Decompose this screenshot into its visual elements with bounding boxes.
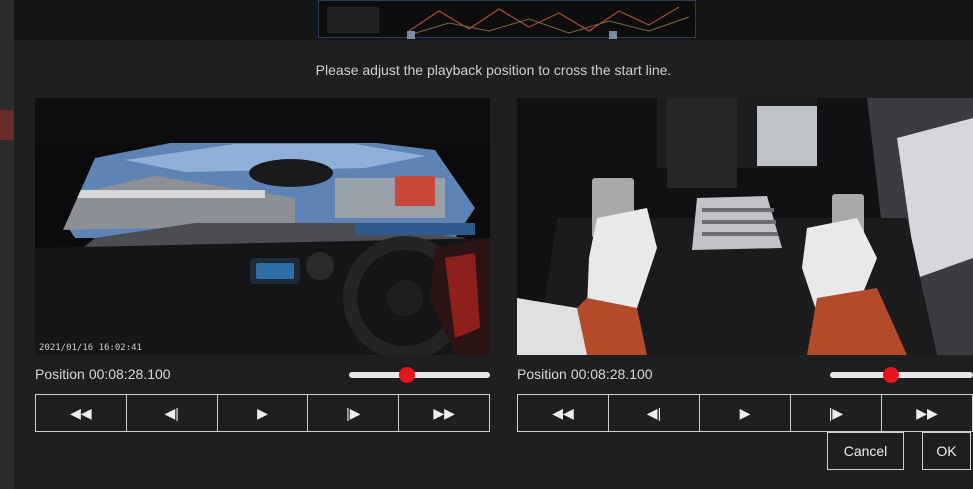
right-step-forward-button[interactable]: |▶ — [791, 395, 882, 431]
left-rewind-button[interactable]: ◀◀ — [36, 395, 127, 431]
right-step-back-button[interactable]: ◀| — [609, 395, 700, 431]
step-back-icon: ◀| — [646, 404, 662, 421]
right-position-slider[interactable] — [830, 367, 973, 383]
ok-button[interactable]: OK — [922, 432, 971, 470]
left-playback-controls: ◀◀ ◀| ▶ |▶ ▶▶ — [35, 394, 490, 432]
right-fast-forward-button[interactable]: ▶▶ — [882, 395, 972, 431]
right-rewind-button[interactable]: ◀◀ — [518, 395, 609, 431]
play-icon: ▶ — [739, 404, 751, 421]
left-position-value: 00:08:28.100 — [88, 366, 171, 382]
step-forward-icon: |▶ — [346, 404, 361, 421]
left-slider-knob[interactable] — [399, 367, 415, 383]
left-fast-forward-button[interactable]: ▶▶ — [399, 395, 489, 431]
cockpit-video-image — [35, 98, 490, 355]
left-video-frame[interactable]: 2021/01/16 16:02:41 — [35, 98, 490, 355]
cancel-button[interactable]: Cancel — [827, 432, 904, 470]
left-position-label: Position — [35, 366, 85, 382]
right-position-label: Position — [517, 366, 567, 382]
left-step-forward-button[interactable]: |▶ — [308, 395, 400, 431]
background-left-marker — [0, 110, 14, 140]
left-position-slider[interactable] — [349, 367, 490, 383]
background-handle — [407, 31, 415, 39]
rewind-icon: ◀◀ — [70, 404, 92, 421]
video-timestamp-overlay: 2021/01/16 16:02:41 — [39, 343, 142, 353]
background-left-edge — [0, 0, 14, 489]
right-slider-knob[interactable] — [883, 367, 899, 383]
right-playback-controls: ◀◀ ◀| ▶ |▶ ▶▶ — [517, 394, 973, 432]
background-graph-thumbnail — [318, 0, 696, 39]
right-video-frame[interactable] — [517, 98, 973, 355]
play-icon: ▶ — [257, 404, 268, 421]
left-play-button[interactable]: ▶ — [217, 395, 309, 431]
right-position-value: 00:08:28.100 — [570, 366, 653, 382]
background-graph-lines — [408, 6, 690, 36]
right-position-readout: Position 00:08:28.100 — [517, 366, 653, 382]
step-forward-icon: |▶ — [828, 404, 844, 421]
dialog-message: Please adjust the playback position to c… — [315, 62, 672, 78]
left-step-back-button[interactable]: ◀| — [126, 395, 218, 431]
fast-forward-icon: ▶▶ — [916, 404, 938, 421]
fast-forward-icon: ▶▶ — [433, 404, 455, 421]
left-position-readout: Position 00:08:28.100 — [35, 366, 171, 382]
step-back-icon: ◀| — [164, 404, 179, 421]
right-play-button[interactable]: ▶ — [700, 395, 791, 431]
rewind-icon: ◀◀ — [552, 404, 574, 421]
brake-pedal — [692, 196, 782, 250]
pedals-video-image — [517, 98, 973, 355]
background-handle — [609, 31, 617, 39]
